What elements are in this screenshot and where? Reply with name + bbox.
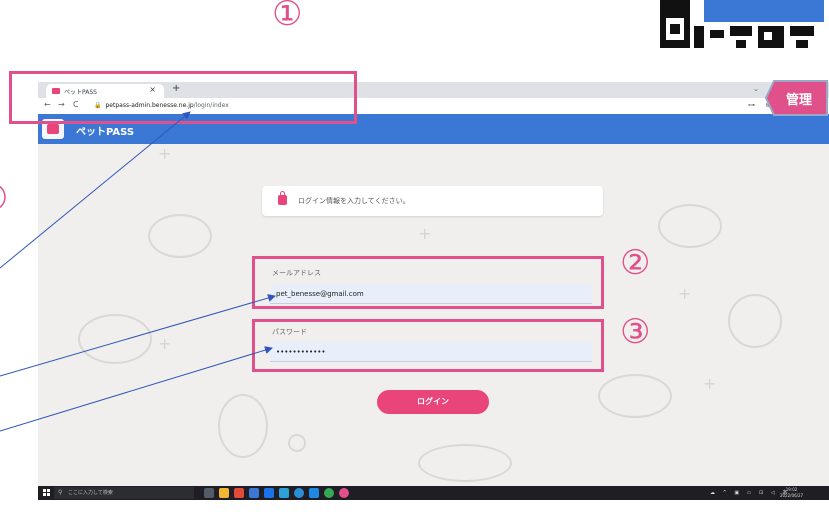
arrow-to-email [0,294,276,377]
arrow-to-password [0,346,273,432]
arrow-to-url [0,111,191,269]
left-edge-circle-fragment [0,185,6,209]
annotation-arrows [0,111,276,432]
